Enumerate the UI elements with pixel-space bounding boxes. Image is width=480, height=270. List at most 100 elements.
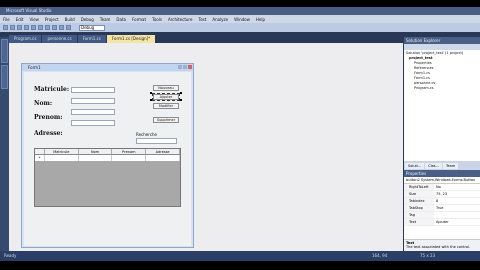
ide-window: Microsoft Visual Studio File Edit View P…	[0, 7, 480, 261]
save-icon[interactable]	[17, 25, 22, 30]
table-row[interactable]: *	[35, 155, 180, 161]
open-icon[interactable]	[10, 25, 15, 30]
redo-icon[interactable]	[59, 25, 64, 30]
menu-tools[interactable]: Tools	[152, 17, 162, 22]
title-bar: Microsoft Visual Studio	[0, 7, 480, 15]
ajouter-button[interactable]: Ajouter	[152, 93, 180, 101]
menu-team[interactable]: Team	[100, 17, 111, 22]
label-nom: Nom:	[34, 100, 53, 107]
supprimer-button[interactable]: Supprimer	[153, 117, 179, 123]
nouveau-button[interactable]: Nouveau	[153, 85, 179, 91]
menu-help[interactable]: Help	[256, 17, 265, 22]
properties-object-selector[interactable]: button2 System.Windows.Forms.Button	[404, 177, 480, 184]
save-all-icon[interactable]	[24, 25, 29, 30]
property-row[interactable]: TabIndex 8	[404, 198, 480, 205]
property-description-body: The text associated with the control.	[406, 245, 471, 249]
document-tabs: Program.cs personne.cs Form1.cs Form1.cs…	[9, 35, 156, 43]
minimize-icon	[178, 65, 182, 69]
tab-personne[interactable]: personne.cs	[42, 35, 77, 43]
configuration-select[interactable]: Debug	[79, 24, 105, 31]
menu-project[interactable]: Project	[45, 17, 59, 22]
copy-icon[interactable]	[38, 25, 43, 30]
paste-icon[interactable]	[45, 25, 50, 30]
column-prenom[interactable]: Prenom	[112, 149, 147, 154]
tab-form1-code[interactable]: Form1.cs	[77, 35, 106, 43]
left-dock-tabs	[0, 37, 9, 251]
property-row[interactable]: Size 75, 23	[404, 191, 480, 198]
solution-explorer-title: Solution Explorer	[404, 37, 480, 44]
status-text: Ready	[4, 253, 17, 258]
new-project-icon[interactable]	[3, 25, 8, 30]
grid-cell[interactable]	[146, 155, 180, 161]
tree-item-program[interactable]: Program.cs	[406, 86, 478, 91]
form1-client-area: Matricule: Nom: Prenom: Adresse: Nouveau…	[24, 72, 191, 246]
grid-cell[interactable]	[79, 155, 113, 161]
tab-form1-design[interactable]: Form1.cs [Design]*	[106, 35, 156, 43]
menu-file[interactable]: File	[3, 17, 10, 22]
form1-window[interactable]: Form1 Matricule: Nom: Prenom: Adresse: N…	[21, 63, 194, 248]
menu-data[interactable]: Data	[116, 17, 126, 22]
maximize-icon	[183, 65, 187, 69]
close-icon	[188, 65, 192, 69]
property-description: Text The text associated with the contro…	[404, 239, 480, 251]
menu-analyze[interactable]: Analyze	[212, 17, 228, 22]
menu-debug[interactable]: Debug	[81, 17, 94, 22]
tab-program[interactable]: Program.cs	[9, 35, 42, 43]
panel-tabs: Soluti... Clas... Team	[404, 161, 480, 170]
grid-row-header	[35, 149, 45, 154]
menu-build[interactable]: Build	[65, 17, 75, 22]
undo-icon[interactable]	[52, 25, 57, 30]
grid-cell[interactable]	[112, 155, 147, 161]
status-bar: Ready 164, 94 75 x 23	[0, 251, 480, 261]
property-row[interactable]: TabStop True	[404, 205, 480, 212]
solution-explorer: Solution Explorer Solution 'project_test…	[404, 37, 480, 161]
menu-window[interactable]: Window	[234, 17, 250, 22]
menu-architecture[interactable]: Architecture	[168, 17, 193, 22]
toolbox-tab[interactable]	[1, 65, 8, 89]
property-row[interactable]: RightToLeft No	[404, 184, 480, 191]
tab-team[interactable]: Team	[442, 162, 459, 169]
cut-icon[interactable]	[31, 25, 36, 30]
recherche-combo[interactable]	[136, 138, 177, 144]
start-debug-icon[interactable]	[66, 25, 71, 30]
adresse-input[interactable]	[71, 120, 115, 126]
resize-handle[interactable]	[150, 99, 152, 101]
resize-handle[interactable]	[180, 99, 182, 101]
menu-view[interactable]: View	[29, 17, 39, 22]
nom-input[interactable]	[71, 98, 115, 104]
menu-format[interactable]: Format	[132, 17, 146, 22]
data-grid[interactable]: Matricule Nom Prenom Adresse *	[34, 148, 181, 207]
label-recherche: Recherche	[136, 132, 158, 137]
prenom-input[interactable]	[71, 109, 115, 115]
server-explorer-tab[interactable]	[1, 39, 8, 63]
form-designer-surface: Form1 Matricule: Nom: Prenom: Adresse: N…	[9, 43, 403, 251]
form1-titlebar: Form1	[22, 64, 193, 71]
matricule-input[interactable]	[71, 87, 115, 93]
menu-edit[interactable]: Edit	[16, 17, 24, 22]
column-nom[interactable]: Nom	[79, 149, 113, 154]
modifier-button[interactable]: Modifier	[153, 103, 179, 109]
properties-title: Properties	[404, 170, 480, 177]
toolbar: Debug	[0, 23, 480, 32]
new-row-marker: *	[35, 155, 45, 161]
property-row[interactable]: Tag	[404, 212, 480, 219]
status-position: 164, 94	[372, 253, 388, 258]
menu-test[interactable]: Test	[198, 17, 206, 22]
property-row[interactable]: Text Ajouter	[404, 219, 480, 226]
solution-tree: Solution 'project_test' (1 project) proj…	[404, 50, 480, 92]
label-adresse: Adresse:	[34, 130, 63, 137]
column-adresse[interactable]: Adresse	[146, 149, 180, 154]
properties-panel: Properties button2 System.Windows.Forms.…	[404, 170, 480, 251]
tab-class-view[interactable]: Clas...	[425, 162, 442, 169]
right-dock: Solution Explorer Solution 'project_test…	[404, 37, 480, 251]
resize-handle[interactable]	[180, 92, 182, 94]
label-prenom: Prenom:	[34, 114, 63, 121]
form1-title: Form1	[28, 65, 41, 70]
menu-bar: File Edit View Project Build Debug Team …	[0, 15, 480, 23]
label-matricule: Matricule:	[34, 86, 70, 93]
status-size: 75 x 23	[420, 253, 436, 258]
tab-solution-explorer[interactable]: Soluti...	[405, 162, 425, 169]
column-matricule[interactable]: Matricule	[45, 149, 79, 154]
grid-cell[interactable]	[45, 155, 79, 161]
resize-handle[interactable]	[150, 92, 152, 94]
